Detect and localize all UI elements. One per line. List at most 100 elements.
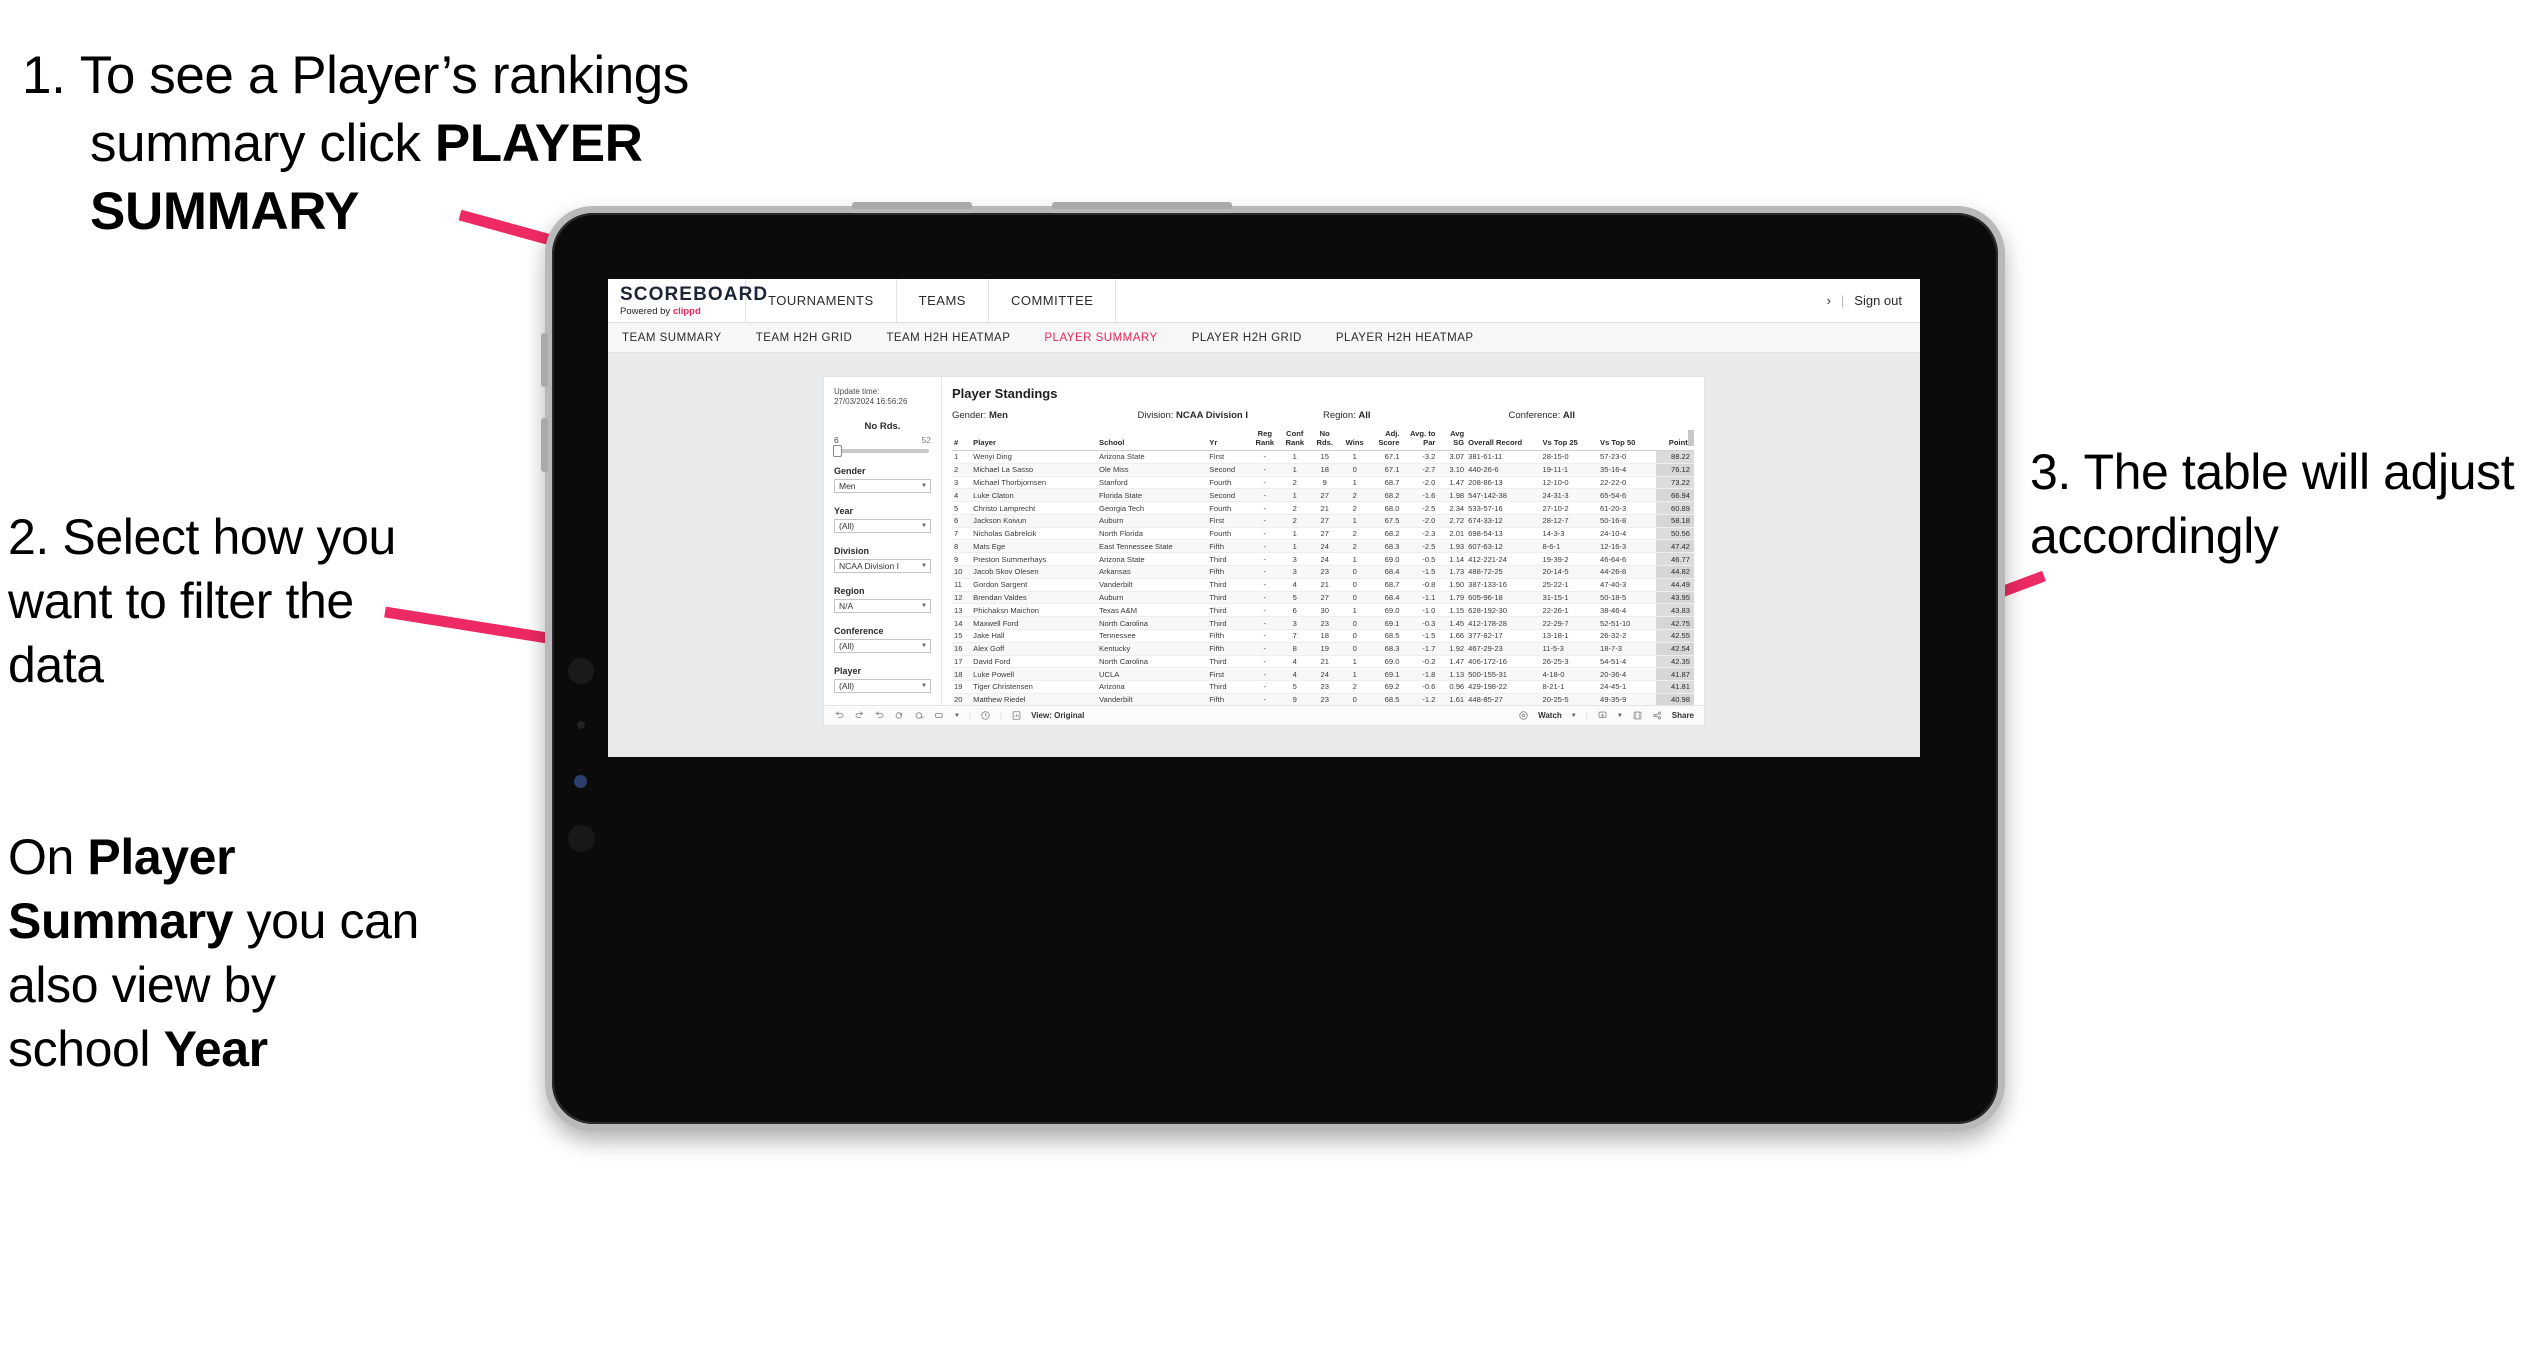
view-icon[interactable] xyxy=(1011,710,1022,721)
subnav-player-summary[interactable]: PLAYER SUMMARY xyxy=(1044,332,1157,344)
table-row[interactable]: 6 Jackson Koivun Auburn First -2 27 1 67.5 -2.0 2… xyxy=(952,514,1694,528)
clock-history-icon[interactable] xyxy=(980,710,991,721)
col-wins[interactable]: Wins xyxy=(1339,430,1371,451)
col-conf-rank[interactable]: Conf Rank xyxy=(1279,430,1311,451)
fullscreen-icon[interactable] xyxy=(1632,710,1643,721)
topnav-committee[interactable]: COMMITTEE xyxy=(989,279,1117,322)
cell-conf-rank: 3 xyxy=(1279,565,1311,579)
user-account-icon[interactable]: › xyxy=(1827,293,1831,308)
cell-overall-record: 412-178-28 xyxy=(1466,616,1541,630)
table-row[interactable]: 11 Gordon Sargent Vanderbilt Third -4 21 0 68.7… xyxy=(952,578,1694,592)
cell-conf-rank: 2 xyxy=(1279,476,1311,490)
cell-adj-score: 68.2 xyxy=(1370,488,1402,503)
filter-division-select[interactable]: NCAA Division I ▼ xyxy=(834,558,931,573)
subnav-player-h2h-grid[interactable]: PLAYER H2H GRID xyxy=(1192,332,1302,344)
device-preview-icon[interactable] xyxy=(934,710,945,721)
cell-vs-top-50: 61-20-3 xyxy=(1598,501,1656,515)
filter-player-select[interactable]: (All) ▼ xyxy=(834,678,931,693)
table-row[interactable]: 17 David Ford North Carolina Third -4 21 1 69.0… xyxy=(952,655,1694,669)
filter-region-select[interactable]: N/A ▼ xyxy=(834,598,931,613)
table-row[interactable]: 13 Phichaksn Maichon Texas A&M Third -6 30 1 69… xyxy=(952,603,1694,618)
cell-yr: Third xyxy=(1207,680,1251,694)
table-row[interactable]: 18 Luke Powell UCLA First -4 24 1 69.1 -1.8 1.13 5… xyxy=(952,667,1694,682)
watch-button[interactable]: Watch xyxy=(1538,711,1562,720)
cell-vs-top-25: 28-15-0 xyxy=(1540,450,1598,464)
subnav-player-h2h-heatmap[interactable]: PLAYER H2H HEATMAP xyxy=(1336,332,1474,344)
subnav-team-h2h-heatmap[interactable]: TEAM H2H HEATMAP xyxy=(886,332,1010,344)
cell-reg-rank: - xyxy=(1250,514,1280,528)
cell-overall-record: 628-192-30 xyxy=(1466,603,1541,618)
cell-adj-score: 68.2 xyxy=(1370,527,1402,541)
refresh-icon[interactable] xyxy=(894,710,905,721)
cell-vs-top-50: 50-18-5 xyxy=(1598,591,1656,605)
topnav-tournaments[interactable]: TOURNAMENTS xyxy=(746,279,897,322)
table-row[interactable]: 3 Michael Thorbjornsen Stanford Fourth -2 9 1 6… xyxy=(952,476,1694,490)
cell-wins: 0 xyxy=(1339,629,1371,643)
redo-icon[interactable] xyxy=(854,710,865,721)
col-avg-to-par[interactable]: Avg. to Par xyxy=(1401,430,1438,451)
col-yr[interactable]: Yr xyxy=(1207,430,1251,451)
filter-gender-select[interactable]: Men ▼ xyxy=(834,478,931,493)
cell-wins: 0 xyxy=(1339,616,1371,630)
cell-school: Tennessee xyxy=(1097,629,1208,643)
download-icon[interactable] xyxy=(1597,710,1608,721)
chevron-down-icon[interactable]: ▼ xyxy=(1617,713,1623,719)
table-row[interactable]: 15 Jake Hall Tennessee Fifth -7 18 0 68.5 -1.5 1.… xyxy=(952,629,1694,643)
pause-refresh-icon[interactable] xyxy=(914,710,925,721)
update-time-label: Update time: xyxy=(834,387,880,396)
chevron-down-icon: ▼ xyxy=(921,482,927,489)
table-row[interactable]: 4 Luke Claton Florida State Second -1 27 2 68.2… xyxy=(952,488,1694,503)
topnav-teams[interactable]: TEAMS xyxy=(897,279,989,322)
col-reg-rank[interactable]: Reg Rank xyxy=(1250,430,1280,451)
subnav-team-h2h-grid[interactable]: TEAM H2H GRID xyxy=(756,332,853,344)
table-row[interactable]: 2 Michael La Sasso Ole Miss Second -1 18 0 67.1… xyxy=(952,463,1694,477)
col-school[interactable]: School xyxy=(1097,430,1208,451)
col-vs-top-50[interactable]: Vs Top 50 xyxy=(1598,430,1656,451)
table-row[interactable]: 19 Tiger Christensen Arizona Third -5 23 2 69.2… xyxy=(952,680,1694,694)
undo-icon[interactable] xyxy=(834,710,845,721)
col-rank[interactable]: # xyxy=(952,430,972,451)
cell-adj-score: 67.1 xyxy=(1370,450,1402,464)
cell-rank: 9 xyxy=(952,552,972,567)
share-button[interactable]: Share xyxy=(1672,711,1694,720)
chevron-down-icon[interactable]: ▼ xyxy=(954,713,960,719)
table-row[interactable]: 5 Christo Lamprecht Georgia Tech Fourth -2 21… xyxy=(952,501,1694,515)
col-player[interactable]: Player xyxy=(971,430,1098,451)
cell-vs-top-50: 50-16-8 xyxy=(1598,514,1656,528)
chevron-down-icon[interactable]: ▼ xyxy=(1571,713,1577,719)
filter-summary-bar: Gender: Men Division: NCAA Division I Re… xyxy=(952,410,1694,421)
table-row[interactable]: 14 Maxwell Ford North Carolina Third -3 23 0 69… xyxy=(952,616,1694,630)
share-icon[interactable] xyxy=(1652,710,1663,721)
sign-out-button[interactable]: Sign out xyxy=(1854,293,1902,308)
table-row[interactable]: 10 Jacob Skov Olesen Arkansas Fifth -3 23 0 68.… xyxy=(952,565,1694,579)
cell-points: 42.55 xyxy=(1655,629,1694,643)
filter-year-select[interactable]: (All) ▼ xyxy=(834,518,931,533)
watch-eye-icon[interactable] xyxy=(1518,710,1529,721)
filter-no-rounds-slider-handle[interactable] xyxy=(833,444,842,457)
table-row[interactable]: 16 Alex Goff Kentucky Fifth -8 19 0 68.3 -1.7 1.9… xyxy=(952,642,1694,656)
subnav-team-summary[interactable]: TEAM SUMMARY xyxy=(622,332,722,344)
col-no-rds[interactable]: No Rds. xyxy=(1310,430,1340,451)
col-avg-sg[interactable]: Avg SG xyxy=(1437,430,1467,451)
table-scrollbar[interactable] xyxy=(1688,430,1694,446)
filter-no-rounds-slider[interactable] xyxy=(833,444,929,457)
col-adj-score[interactable]: Adj. Score xyxy=(1370,430,1402,451)
table-row[interactable]: 20 Matthew Riedel Vanderbilt Fifth -9 23 0 68.5… xyxy=(952,693,1694,705)
cell-reg-rank: - xyxy=(1250,616,1280,630)
cell-conf-rank: 2 xyxy=(1279,514,1311,528)
table-row[interactable]: 9 Preston Summerhays Arizona State Third -3 2… xyxy=(952,552,1694,567)
cell-reg-rank: - xyxy=(1250,488,1280,503)
cell-reg-rank: - xyxy=(1250,667,1280,682)
table-row[interactable]: 12 Brendan Valdes Auburn Third -5 27 0 68.4 -1.1… xyxy=(952,591,1694,605)
table-row[interactable]: 8 Mats Ege East Tennessee State Fifth -1 24 2 6… xyxy=(952,539,1694,554)
cell-adj-score: 68.7 xyxy=(1370,476,1402,490)
view-label[interactable]: View: Original xyxy=(1031,711,1084,720)
cell-rank: 18 xyxy=(952,667,972,682)
col-overall-record[interactable]: Overall Record xyxy=(1466,430,1541,451)
revert-icon[interactable] xyxy=(874,710,885,721)
cell-points: 43.95 xyxy=(1655,591,1694,605)
filter-conference-select[interactable]: (All) ▼ xyxy=(834,638,931,653)
table-row[interactable]: 7 Nicholas Gabrelcik North Florida Fourth -1… xyxy=(952,527,1694,541)
col-vs-top-25[interactable]: Vs Top 25 xyxy=(1540,430,1598,451)
table-row[interactable]: 1 Wenyi Ding Arizona State First -1 15 1 67.1 -3… xyxy=(952,450,1694,464)
